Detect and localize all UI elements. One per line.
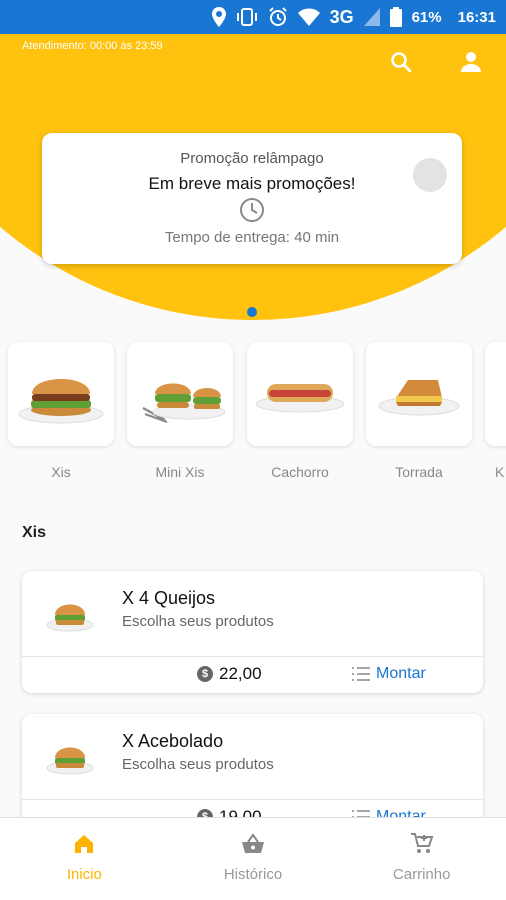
product-price: $ 22,00 — [197, 664, 262, 684]
build-button[interactable]: Montar — [352, 665, 426, 683]
price-value: 22,00 — [219, 664, 262, 683]
category-label: Xis — [51, 464, 71, 480]
user-icon[interactable] — [459, 50, 483, 74]
nav-inicio[interactable]: Inicio — [0, 818, 169, 900]
clock-time: 16:31 — [457, 8, 496, 26]
category-label: Mini Xis — [155, 464, 205, 480]
price-icon: $ — [197, 666, 213, 682]
section-title: Xis — [22, 524, 47, 541]
location-icon — [211, 7, 226, 27]
toast-image — [378, 380, 460, 416]
category-label: Torrada — [395, 464, 443, 480]
category-tile[interactable] — [247, 342, 353, 446]
divider — [22, 656, 483, 657]
battery-icon — [389, 7, 402, 27]
app-screen: 3G 61% 16:31 Atendimento: 00:00 às 23:59… — [0, 0, 506, 900]
nav-carrinho[interactable]: Carrinho — [337, 818, 506, 900]
product-name: X Acebolado — [122, 731, 224, 751]
product-thumbnail — [46, 747, 94, 775]
promo-toggle[interactable] — [413, 158, 447, 192]
battery-percent: 61% — [411, 8, 442, 26]
product-card[interactable]: X 4 Queijos Escolha seus produtos $ 22,0… — [22, 571, 483, 693]
product-subtitle: Escolha seus produtos — [122, 613, 274, 630]
mini-burger-image — [142, 383, 225, 424]
category-cachorro[interactable]: Cachorro — [247, 342, 353, 480]
opening-hours: Atendimento: 00:00 às 23:59 — [22, 40, 163, 52]
delivery-time: Tempo de entrega: 40 min — [164, 229, 340, 246]
cart-icon — [410, 833, 434, 853]
product-subtitle: Escolha seus produtos — [122, 756, 274, 773]
vibrate-icon — [236, 8, 257, 26]
signal-icon — [363, 8, 380, 26]
burger-image — [18, 379, 104, 424]
category-tile[interactable] — [485, 342, 506, 446]
home-icon — [75, 835, 94, 853]
wifi-icon — [297, 8, 320, 26]
status-bar: 3G 61% 16:31 — [0, 0, 506, 34]
promo-card[interactable]: Promoção relâmpago Em breve mais promoçõ… — [42, 133, 462, 264]
category-label: K — [495, 464, 505, 480]
network-type: 3G — [329, 6, 354, 27]
promo-title: Em breve mais promoções! — [148, 174, 356, 193]
category-tile[interactable] — [127, 342, 233, 446]
category-xis[interactable]: Xis — [8, 342, 114, 480]
nav-label: Histórico — [223, 866, 283, 883]
search-icon[interactable] — [389, 50, 413, 74]
basket-icon — [242, 833, 264, 853]
category-partial[interactable]: K — [485, 342, 506, 480]
category-tile[interactable] — [366, 342, 472, 446]
bottom-navigation: Inicio Histórico Carrinho — [0, 817, 506, 900]
list-icon — [352, 667, 370, 681]
divider — [22, 799, 483, 800]
carousel-indicator[interactable] — [247, 307, 257, 317]
clock-icon — [240, 198, 264, 222]
category-label: Cachorro — [271, 464, 329, 480]
alarm-icon — [268, 7, 287, 26]
hotdog-image — [255, 384, 345, 413]
nav-label: Carrinho — [392, 866, 451, 883]
nav-label: Inicio — [66, 866, 102, 883]
category-torrada[interactable]: Torrada — [366, 342, 472, 480]
product-name: X 4 Queijos — [122, 588, 216, 608]
product-thumbnail — [46, 604, 94, 632]
category-mini-xis[interactable]: Mini Xis — [127, 342, 233, 480]
build-label: Montar — [376, 665, 426, 682]
category-tile[interactable] — [8, 342, 114, 446]
promo-kicker: Promoção relâmpago — [180, 150, 324, 167]
nav-historico[interactable]: Histórico — [169, 818, 338, 900]
